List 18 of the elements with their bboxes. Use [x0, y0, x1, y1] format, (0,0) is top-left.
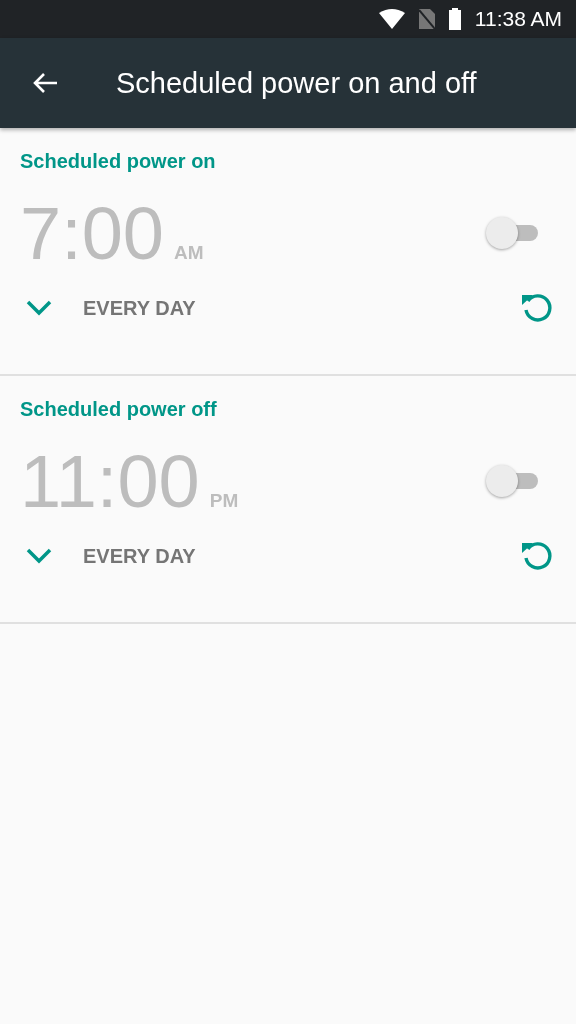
section-title: Scheduled power off — [20, 398, 218, 421]
screen-title: Scheduled power on and off — [116, 66, 477, 100]
reset-icon[interactable] — [520, 291, 554, 325]
chevron-down-icon[interactable] — [26, 548, 52, 564]
time-period: PM — [209, 489, 239, 512]
repeat-label[interactable]: EVERY DAY — [83, 544, 520, 568]
battery-icon — [448, 8, 461, 30]
status-time: 11:38 AM — [474, 7, 562, 31]
toggle-switch[interactable] — [486, 464, 540, 498]
time-period: AM — [174, 241, 204, 264]
wifi-icon — [378, 9, 405, 29]
section-title: Scheduled power on — [20, 150, 217, 173]
toggle-switch[interactable] — [486, 216, 540, 250]
repeat-label[interactable]: EVERY DAY — [83, 296, 520, 320]
back-button[interactable] — [32, 72, 58, 94]
chevron-down-icon[interactable] — [26, 300, 52, 316]
reset-icon[interactable] — [520, 539, 554, 573]
no-sim-icon — [418, 9, 435, 29]
